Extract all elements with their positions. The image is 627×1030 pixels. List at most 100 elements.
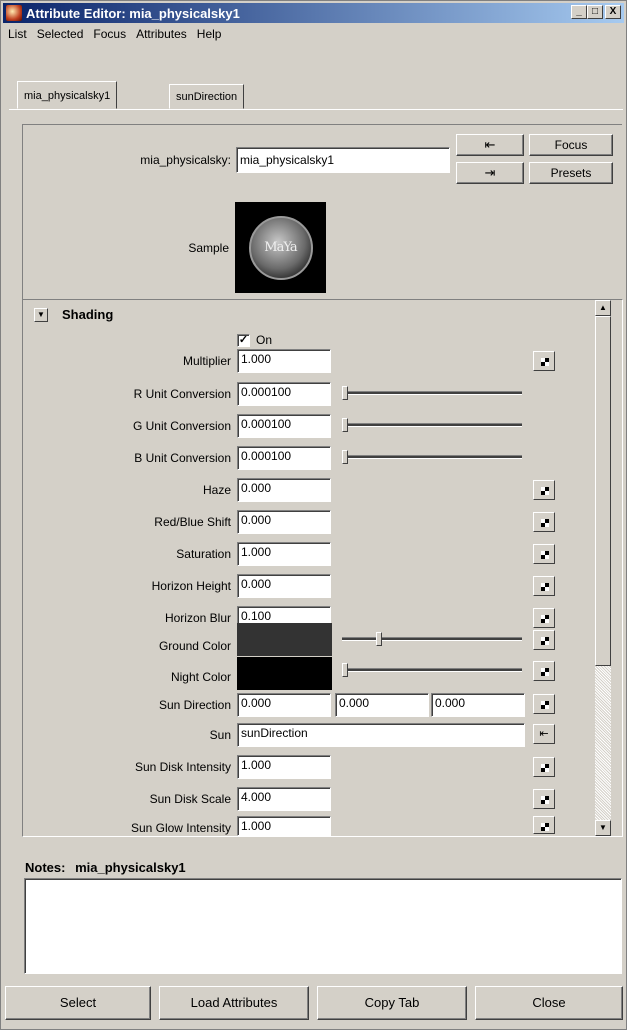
night-color-label: Night Color xyxy=(170,670,231,684)
g-unit-conversion-field[interactable]: 0.000100 xyxy=(237,414,331,438)
notes-header: Notes: mia_physicalsky1 xyxy=(25,860,186,875)
close-window-button[interactable]: X xyxy=(605,5,621,19)
node-name-label: mia_physicalsky: xyxy=(140,153,231,167)
sun-disk-intensity-label: Sun Disk Intensity xyxy=(134,760,231,774)
notes-node-name: mia_physicalsky1 xyxy=(75,860,186,875)
ground-color-swatch[interactable] xyxy=(237,623,332,656)
ground-color-label: Ground Color xyxy=(158,639,231,653)
b-unit-conversion-field[interactable]: 0.000100 xyxy=(237,446,331,470)
notes-label: Notes: xyxy=(25,860,66,875)
output-connection-button[interactable]: ⇥ xyxy=(456,162,524,184)
tab-mia-physicalsky1[interactable]: mia_physicalsky1 xyxy=(17,81,118,109)
b-unit-conversion-slider-handle[interactable] xyxy=(342,450,348,464)
checker-map-icon xyxy=(541,487,549,495)
tab-sundirection[interactable]: sunDirection xyxy=(169,84,245,109)
menu-focus[interactable]: Focus xyxy=(88,27,131,41)
haze-field[interactable]: 0.000 xyxy=(237,478,331,502)
r-unit-conversion-slider-handle[interactable] xyxy=(342,386,348,400)
horizon-height-field[interactable]: 0.000 xyxy=(237,574,331,598)
ground-color-map-button[interactable] xyxy=(533,630,555,650)
menu-attributes[interactable]: Attributes xyxy=(131,27,192,41)
checker-map-icon xyxy=(541,668,549,676)
on-checkbox[interactable]: ✓ xyxy=(237,334,250,347)
multiplier-field[interactable]: 1.000 xyxy=(237,349,331,373)
ground-color-slider-handle[interactable] xyxy=(376,632,382,646)
node-name-field[interactable]: mia_physicalsky1 xyxy=(236,147,450,173)
ground-color-slider[interactable] xyxy=(342,637,522,641)
r-unit-conversion-field[interactable]: 0.000100 xyxy=(237,382,331,406)
sun-disk-scale-label: Sun Disk Scale xyxy=(149,792,231,806)
night-color-slider[interactable] xyxy=(342,668,522,672)
checker-map-icon xyxy=(541,358,549,366)
node-tabs: mia_physicalsky1 sunDirection xyxy=(9,59,623,119)
checker-map-icon xyxy=(541,519,549,527)
horizon-height-label: Horizon Height xyxy=(151,579,231,593)
r-unit-conversion-slider[interactable] xyxy=(342,391,522,395)
menu-help[interactable]: Help xyxy=(192,27,227,41)
red-blue-shift-map-button[interactable] xyxy=(533,512,555,532)
sun-direction-label: Sun Direction xyxy=(158,698,231,712)
menu-selected[interactable]: Selected xyxy=(32,27,89,41)
checker-map-icon xyxy=(541,615,549,623)
sun-disk-intensity-field[interactable]: 1.000 xyxy=(237,755,331,779)
sun-direction-z-field[interactable]: 0.000 xyxy=(431,693,525,717)
checker-map-icon xyxy=(541,637,549,645)
maya-logo-sphere: MaYa xyxy=(248,215,313,280)
saturation-map-button[interactable] xyxy=(533,544,555,564)
checker-map-icon xyxy=(541,551,549,559)
saturation-label: Saturation xyxy=(176,547,231,561)
night-color-swatch[interactable] xyxy=(237,657,332,690)
minimize-button[interactable]: _ xyxy=(571,5,587,19)
sun-connection-button[interactable]: ⇤ xyxy=(533,724,555,744)
sun-connection-field[interactable]: sunDirection xyxy=(237,723,525,747)
copy-tab-button[interactable]: Copy Tab xyxy=(317,986,467,1020)
scroll-up-icon[interactable]: ▲ xyxy=(595,300,611,316)
shading-section-header[interactable]: ▼ Shading xyxy=(34,307,113,322)
multiplier-label: Multiplier xyxy=(182,354,231,368)
checker-map-icon xyxy=(541,823,549,831)
r-unit-conversion-label: R Unit Conversion xyxy=(133,387,231,401)
attribute-editor-window: Attribute Editor: mia_physicalsky1 _ □ X… xyxy=(0,0,627,1030)
vertical-scrollbar[interactable]: ▲ ▼ xyxy=(595,300,611,836)
notes-textarea[interactable] xyxy=(24,878,622,974)
input-connection-icon: ⇤ xyxy=(484,137,496,152)
input-connection-icon: ⇤ xyxy=(539,728,549,740)
saturation-field[interactable]: 1.000 xyxy=(237,542,331,566)
focus-button[interactable]: Focus xyxy=(529,134,613,156)
g-unit-conversion-slider[interactable] xyxy=(342,423,522,427)
input-connection-button[interactable]: ⇤ xyxy=(456,134,524,156)
collapse-icon[interactable]: ▼ xyxy=(34,307,48,322)
presets-button[interactable]: Presets xyxy=(529,162,613,184)
night-color-slider-handle[interactable] xyxy=(342,663,348,677)
maximize-button[interactable]: □ xyxy=(587,5,603,19)
output-connection-icon: ⇥ xyxy=(484,165,496,180)
haze-map-button[interactable] xyxy=(533,480,555,500)
haze-label: Haze xyxy=(202,483,231,497)
horizon-height-map-button[interactable] xyxy=(533,576,555,596)
maya-app-icon xyxy=(6,5,22,21)
sample-swatch[interactable]: MaYa xyxy=(235,202,326,293)
sun-disk-scale-field[interactable]: 4.000 xyxy=(237,787,331,811)
load-attributes-button[interactable]: Load Attributes xyxy=(159,986,309,1020)
red-blue-shift-field[interactable]: 0.000 xyxy=(237,510,331,534)
title-bar[interactable]: Attribute Editor: mia_physicalsky1 _ □ X xyxy=(3,3,624,23)
close-button[interactable]: Close xyxy=(475,986,623,1020)
g-unit-conversion-slider-handle[interactable] xyxy=(342,418,348,432)
b-unit-conversion-slider[interactable] xyxy=(342,455,522,459)
sun-disk-scale-map-button[interactable] xyxy=(533,789,555,809)
scroll-thumb[interactable] xyxy=(595,316,611,666)
sun-disk-intensity-map-button[interactable] xyxy=(533,757,555,777)
menu-bar: List Selected Focus Attributes Help xyxy=(3,24,624,43)
select-button[interactable]: Select xyxy=(5,986,151,1020)
menu-list[interactable]: List xyxy=(3,27,32,41)
sun-glow-intensity-field[interactable]: 1.000 xyxy=(237,816,331,836)
sun-glow-intensity-map-button[interactable] xyxy=(533,816,555,834)
scroll-down-icon[interactable]: ▼ xyxy=(595,820,611,836)
multiplier-map-button[interactable] xyxy=(533,351,555,371)
night-color-map-button[interactable] xyxy=(533,661,555,681)
sun-glow-intensity-label: Sun Glow Intensity xyxy=(130,821,231,835)
sun-direction-x-field[interactable]: 0.000 xyxy=(237,693,331,717)
horizon-blur-map-button[interactable] xyxy=(533,608,555,628)
sun-direction-y-field[interactable]: 0.000 xyxy=(335,693,429,717)
sun-direction-map-button[interactable] xyxy=(533,694,555,714)
